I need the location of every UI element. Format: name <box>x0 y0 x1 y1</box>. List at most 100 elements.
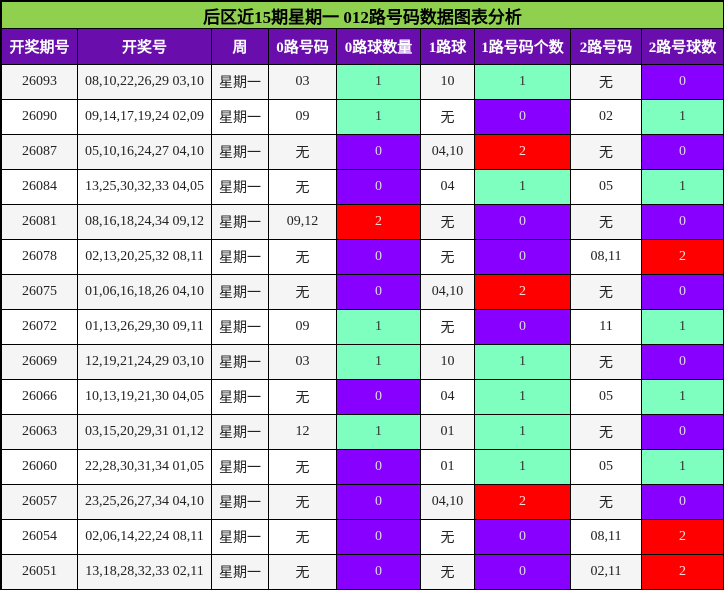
cell-weekday: 星期一 <box>211 309 269 345</box>
cell-route2-count: 1 <box>640 99 724 135</box>
cell-route1-count: 0 <box>474 99 571 135</box>
cell-route1-count: 0 <box>474 239 571 275</box>
header-issue: 开奖期号 <box>1 28 78 65</box>
cell-draw-numbers: 22,28,30,31,34 01,05 <box>77 449 212 485</box>
cell-route0-count: 0 <box>336 239 421 275</box>
table-row: 26060 22,28,30,31,34 01,05 星期一无 0 01 1 05 1 <box>1 449 724 485</box>
cell-weekday: 星期一 <box>211 449 269 485</box>
cell-route1-count: 1 <box>474 344 571 380</box>
cell-route2-count: 1 <box>640 449 724 485</box>
cell-route0-numbers: 09,12 <box>268 204 337 240</box>
cell-draw-numbers: 05,10,16,24,27 04,10 <box>77 134 212 170</box>
table-row: 26066 10,13,19,21,30 04,05 星期一无 0 04 1 05 1 <box>1 379 724 415</box>
cell-route0-count: 1 <box>336 99 421 135</box>
cell-route1-numbers: 04,10 <box>420 134 475 170</box>
cell-route1-count: 2 <box>474 484 571 520</box>
table-row: 26081 08,16,18,24,34 09,12 星期一 09,12 2 无 0 无 0 <box>1 204 724 240</box>
cell-issue: 26066 <box>1 379 78 415</box>
cell-route0-count: 1 <box>336 309 421 345</box>
cell-weekday: 星期一 <box>211 239 269 275</box>
cell-route1-numbers: 无 <box>420 309 475 345</box>
cell-weekday: 星期一 <box>211 344 269 380</box>
cell-draw-numbers: 13,18,28,32,33 02,11 <box>77 554 212 590</box>
table-row: 26093 08,10,22,26,29 03,10 星期一 03 1 10 1 无 0 <box>1 64 724 100</box>
cell-weekday: 星期一 <box>211 554 269 590</box>
table-row: 26090 09,14,17,19,24 02,09 星期一 09 1 无 0 02 1 <box>1 99 724 135</box>
cell-route0-count: 0 <box>336 519 421 555</box>
cell-route2-numbers: 无 <box>570 134 642 170</box>
cell-route0-numbers: 无 <box>268 554 337 590</box>
cell-weekday: 星期一 <box>211 99 269 135</box>
cell-route1-numbers: 04 <box>420 379 475 415</box>
cell-route2-numbers: 无 <box>570 344 642 380</box>
cell-route0-count: 2 <box>336 204 421 240</box>
table-row: 26063 03,15,20,29,31 01,12 星期一 12 1 01 1 无 0 <box>1 414 724 450</box>
cell-route0-numbers: 03 <box>268 344 337 380</box>
cell-route1-numbers: 04 <box>420 169 475 205</box>
header-route1-count: 1路号码个数 <box>474 28 571 65</box>
table-row: 26054 02,06,14,22,24 08,11 星期一无 0 无 0 08,11 2 <box>1 519 724 555</box>
cell-route1-count: 2 <box>474 274 571 310</box>
cell-issue: 26093 <box>1 64 78 100</box>
cell-route2-count: 0 <box>640 344 724 380</box>
cell-route0-numbers: 09 <box>268 99 337 135</box>
cell-issue: 26060 <box>1 449 78 485</box>
cell-issue: 26084 <box>1 169 78 205</box>
cell-route1-count: 0 <box>474 554 571 590</box>
cell-route0-numbers: 无 <box>268 134 337 170</box>
cell-route1-numbers: 01 <box>420 449 475 485</box>
cell-route2-numbers: 无 <box>570 414 642 450</box>
cell-route2-count: 2 <box>640 239 724 275</box>
cell-draw-numbers: 01,13,26,29,30 09,11 <box>77 309 212 345</box>
cell-route0-numbers: 无 <box>268 239 337 275</box>
cell-route2-numbers: 无 <box>570 274 642 310</box>
cell-issue: 26054 <box>1 519 78 555</box>
cell-draw-numbers: 02,06,14,22,24 08,11 <box>77 519 212 555</box>
cell-route1-numbers: 04,10 <box>420 484 475 520</box>
cell-route2-count: 0 <box>640 134 724 170</box>
cell-route1-numbers: 04,10 <box>420 274 475 310</box>
cell-route0-numbers: 无 <box>268 484 337 520</box>
header-route0-numbers: 0路号码 <box>268 28 337 65</box>
cell-draw-numbers: 10,13,19,21,30 04,05 <box>77 379 212 415</box>
table-row: 26075 01,06,16,18,26 04,10 星期一无 0 04,10 2 无 0 <box>1 274 724 310</box>
cell-draw-numbers: 03,15,20,29,31 01,12 <box>77 414 212 450</box>
cell-route1-count: 0 <box>474 309 571 345</box>
cell-draw-numbers: 13,25,30,32,33 04,05 <box>77 169 212 205</box>
cell-draw-numbers: 08,10,22,26,29 03,10 <box>77 64 212 100</box>
cell-route0-count: 1 <box>336 64 421 100</box>
cell-issue: 26063 <box>1 414 78 450</box>
cell-route0-count: 0 <box>336 484 421 520</box>
analysis-table-container: 后区近15期星期一 012路号码数据图表分析 开奖期号 开奖号 周 0路号码 0… <box>0 0 724 590</box>
header-route2-numbers: 2路号码 <box>570 28 642 65</box>
cell-route2-count: 0 <box>640 414 724 450</box>
cell-weekday: 星期一 <box>211 484 269 520</box>
cell-route2-numbers: 05 <box>570 169 642 205</box>
cell-route1-count: 1 <box>474 379 571 415</box>
cell-route2-count: 2 <box>640 519 724 555</box>
table-title: 后区近15期星期一 012路号码数据图表分析 <box>0 1 724 29</box>
table-row: 26078 02,13,20,25,32 08,11 星期一无 0 无 0 08,11 2 <box>1 239 724 275</box>
cell-route0-numbers: 03 <box>268 64 337 100</box>
table-row: 26057 23,25,26,27,34 04,10 星期一无 0 04,10 2 无 0 <box>1 484 724 520</box>
cell-draw-numbers: 23,25,26,27,34 04,10 <box>77 484 212 520</box>
cell-issue: 26069 <box>1 344 78 380</box>
cell-route0-numbers: 无 <box>268 449 337 485</box>
table-row: 26051 13,18,28,32,33 02,11 星期一无 0 无 0 02,11 2 <box>1 554 724 590</box>
cell-route2-numbers: 08,11 <box>570 519 642 555</box>
cell-route2-numbers: 无 <box>570 64 642 100</box>
cell-draw-numbers: 01,06,16,18,26 04,10 <box>77 274 212 310</box>
cell-route1-count: 1 <box>474 414 571 450</box>
cell-issue: 26075 <box>1 274 78 310</box>
cell-route2-count: 1 <box>640 169 724 205</box>
cell-issue: 26090 <box>1 99 78 135</box>
cell-route1-count: 1 <box>474 449 571 485</box>
cell-route1-numbers: 10 <box>420 64 475 100</box>
cell-route0-count: 0 <box>336 449 421 485</box>
cell-route2-numbers: 11 <box>570 309 642 345</box>
cell-route1-numbers: 无 <box>420 239 475 275</box>
cell-route1-numbers: 无 <box>420 99 475 135</box>
table-row: 26069 12,19,21,24,29 03,10 星期一 03 1 10 1 无 0 <box>1 344 724 380</box>
cell-route0-count: 1 <box>336 414 421 450</box>
cell-route2-count: 0 <box>640 274 724 310</box>
